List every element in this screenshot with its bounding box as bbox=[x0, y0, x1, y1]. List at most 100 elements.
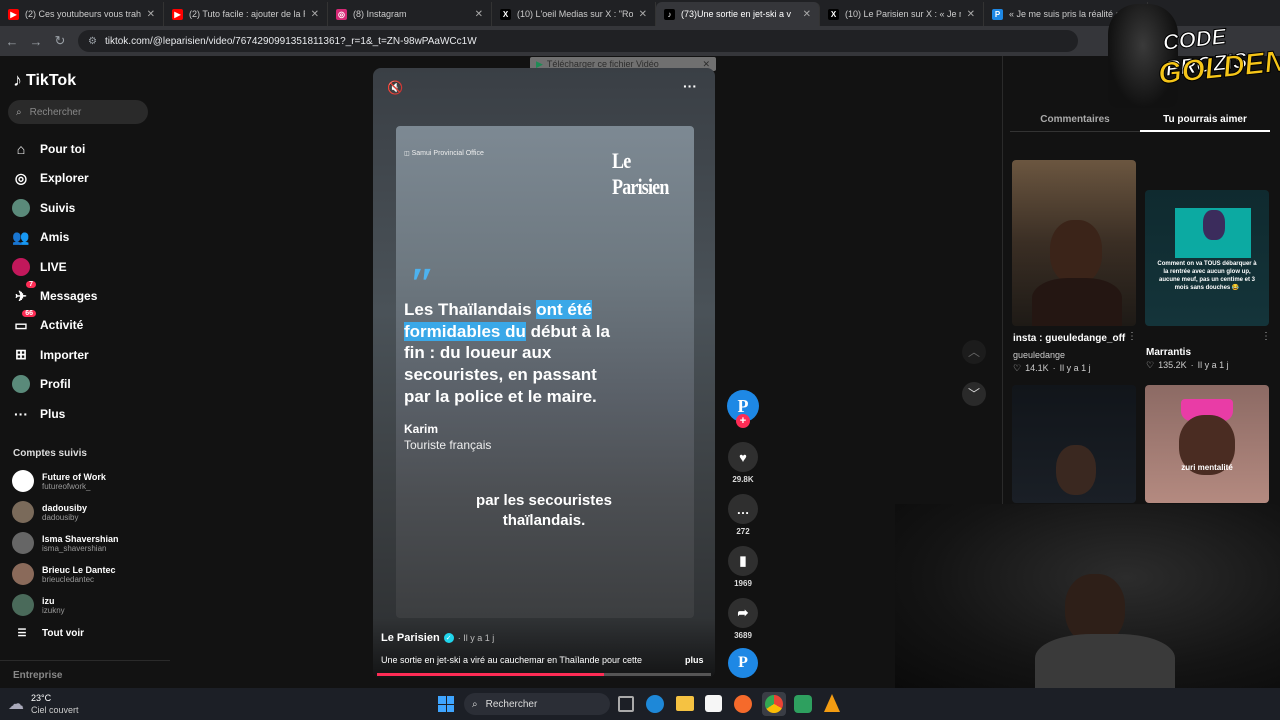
file-explorer-icon[interactable] bbox=[676, 696, 694, 711]
tab-favicon-icon: ♪ bbox=[664, 8, 675, 20]
author-avatar-button[interactable]: P + bbox=[724, 390, 762, 428]
sidebar-item-label: LIVE bbox=[40, 259, 67, 274]
browser-tab[interactable]: X (10) L'oeil Medias sur X : "Robe ✕ bbox=[492, 2, 656, 26]
address-bar[interactable]: ⚙ tiktok.com/@leparisien/video/767429099… bbox=[78, 30, 1078, 52]
weather-cloud-icon[interactable]: ☁ bbox=[8, 694, 24, 714]
tab-comments[interactable]: Commentaires bbox=[1010, 108, 1140, 132]
profile-avatar-icon bbox=[12, 375, 30, 394]
tab-title: (2) Tuto facile : ajouter de la RA bbox=[189, 9, 305, 19]
friends-icon: 👥 bbox=[12, 228, 30, 245]
suggestion-stats-1: ♡ 14.1K · Il y a 1 j bbox=[1013, 363, 1091, 373]
sidebar-item-label: Profil bbox=[40, 377, 71, 392]
next-video-button[interactable]: ﹀ bbox=[962, 382, 986, 406]
tiktok-logo[interactable]: ♪ TikTok bbox=[13, 70, 76, 91]
weather-temp[interactable]: 23°C bbox=[31, 693, 51, 703]
tab-close-icon[interactable]: ✕ bbox=[967, 9, 975, 20]
sidebar-item-following-avatar[interactable]: Suivis bbox=[12, 198, 75, 217]
video-progress-fill bbox=[377, 673, 605, 676]
suggestion-more-icon-1[interactable]: ⋮ bbox=[1127, 331, 1137, 342]
suggestion-thumb-3[interactable] bbox=[1012, 385, 1136, 503]
followed-account[interactable]: Future of Work futureofwork_ bbox=[12, 470, 106, 492]
search-input[interactable]: ⌕ Rechercher bbox=[8, 100, 148, 124]
tab-close-icon[interactable]: ✕ bbox=[311, 9, 319, 20]
heart-icon: ♥ bbox=[728, 442, 758, 472]
suggestion-overlay-text-4: zuri mentalité bbox=[1181, 463, 1233, 472]
firefox-icon[interactable] bbox=[734, 695, 752, 713]
browser-tab[interactable]: X (10) Le Parisien sur X : « Je me ✕ bbox=[820, 2, 984, 26]
tab-close-icon[interactable]: ✕ bbox=[147, 9, 155, 20]
sidebar-item-label: Activité bbox=[40, 318, 84, 333]
sound-avatar-button[interactable]: P bbox=[724, 648, 762, 678]
sidebar-item-activity[interactable]: ▭ 66 Activité bbox=[12, 310, 84, 334]
browser-tab[interactable]: ♪ (73)Une sortie en jet-ski a v ✕ bbox=[656, 2, 820, 26]
followed-account[interactable]: Brieuc Le Dantec brieucledantec bbox=[12, 563, 116, 585]
suggestion-thumb-4[interactable]: zuri mentalité bbox=[1145, 385, 1269, 503]
author-name[interactable]: Le Parisien bbox=[381, 632, 440, 644]
suggestion-title-2[interactable]: Marrantis bbox=[1146, 347, 1191, 358]
sidebar-item-upload[interactable]: ⊞ Importer bbox=[12, 346, 89, 364]
previous-video-button[interactable]: ︿ bbox=[962, 340, 986, 364]
followed-account[interactable]: Isma Shavershian isma_shavershian bbox=[12, 532, 119, 554]
avatar bbox=[12, 501, 34, 523]
taskbar-search[interactable]: ⌕ Rechercher bbox=[464, 693, 610, 715]
suggestion-more-icon-2[interactable]: ⋮ bbox=[1261, 331, 1271, 342]
company-link[interactable]: Entreprise bbox=[13, 670, 62, 681]
forward-icon[interactable]: → bbox=[24, 29, 48, 53]
sidebar-item-messages[interactable]: ✈ 7 Messages bbox=[12, 281, 97, 305]
more-options-icon[interactable]: ··· bbox=[683, 78, 697, 94]
comment-icon: … bbox=[728, 494, 758, 524]
tab-favicon-icon: ▶ bbox=[172, 8, 183, 20]
search-icon: ⌕ bbox=[472, 698, 478, 710]
video-player[interactable]: 🔇 ··· ◫ Samui Provincial Office Le Paris… bbox=[373, 68, 715, 678]
sidebar-item-home[interactable]: ⌂ Pour toi bbox=[12, 140, 86, 158]
store-icon[interactable] bbox=[705, 695, 722, 712]
chrome-taskbar-active[interactable] bbox=[762, 692, 786, 716]
browser-tab[interactable]: ▶ (2) Tuto facile : ajouter de la RA ✕ bbox=[164, 2, 328, 26]
reload-icon[interactable]: ↻ bbox=[48, 29, 72, 53]
tab-suggestions[interactable]: Tu pourrais aimer bbox=[1140, 108, 1270, 132]
caption-more-link[interactable]: plus bbox=[685, 655, 704, 665]
quote-line: par la police et le maire. bbox=[404, 387, 597, 407]
account-name: Brieuc Le Dantec bbox=[42, 564, 116, 575]
browser-tab[interactable]: ◎ (8) Instagram ✕ bbox=[328, 2, 492, 26]
bookmark-icon: ▮ bbox=[728, 546, 758, 576]
suggestion-user-1[interactable]: gueuledange bbox=[1013, 350, 1065, 360]
windows-taskbar: ☁ 23°C Ciel couvert ⌕ Rechercher bbox=[0, 688, 1280, 720]
subtitle-line-2: thaïlandais. bbox=[502, 512, 586, 529]
sidebar-item-live[interactable]: LIVE bbox=[12, 257, 67, 276]
tab-close-icon[interactable]: ✕ bbox=[803, 9, 811, 20]
video-progress-track[interactable] bbox=[377, 673, 711, 676]
sidebar-item-more[interactable]: ··· Plus bbox=[12, 405, 65, 423]
edge-icon[interactable] bbox=[646, 695, 664, 713]
sidebar-item-friends[interactable]: 👥 Amis bbox=[12, 228, 69, 246]
see-all-link[interactable]: ☰ Tout voir bbox=[12, 628, 85, 639]
followed-account[interactable]: izu izukny bbox=[12, 594, 65, 616]
chevron-up-icon: ︿ bbox=[967, 345, 980, 359]
save-button[interactable]: ▮ 1969 bbox=[724, 546, 762, 588]
suggestion-title-1[interactable]: insta : gueuledange_off bbox=[1013, 333, 1125, 344]
video-author[interactable]: Le Parisien ✓ · Il y a 1 j bbox=[381, 632, 494, 644]
account-handle: dadousiby bbox=[42, 512, 79, 522]
app-icon-green[interactable] bbox=[794, 695, 812, 713]
tab-close-icon[interactable]: ✕ bbox=[639, 9, 647, 20]
vlc-icon[interactable] bbox=[824, 694, 840, 712]
windows-start-icon[interactable] bbox=[438, 696, 454, 712]
browser-tab[interactable]: ▶ (2) Ces youtubeurs vous trahiss ✕ bbox=[0, 2, 164, 26]
share-button[interactable]: ➦ 3689 bbox=[724, 598, 762, 640]
suggestion-thumb-2[interactable]: Comment on va TOUS débarquer à la rentré… bbox=[1145, 190, 1269, 326]
person-shoulders bbox=[1032, 278, 1122, 326]
back-icon[interactable]: ← bbox=[0, 29, 24, 53]
tab-close-icon[interactable]: ✕ bbox=[475, 9, 483, 20]
comment-button[interactable]: … 272 bbox=[724, 494, 762, 536]
sidebar-item-profile-avatar[interactable]: Profil bbox=[12, 375, 71, 394]
subtitle-line-1: par les secouristes bbox=[476, 492, 612, 509]
sidebar-item-compass[interactable]: ◎ Explorer bbox=[12, 169, 89, 187]
sidebar-item-label: Amis bbox=[40, 230, 70, 245]
suggestion-thumb-1[interactable] bbox=[1012, 160, 1136, 326]
site-info-icon[interactable]: ⚙ bbox=[88, 36, 97, 47]
followed-account[interactable]: dadousiby dadousiby bbox=[12, 501, 87, 523]
like-button[interactable]: ♥ 29.8K bbox=[724, 442, 762, 484]
weather-desc[interactable]: Ciel couvert bbox=[31, 705, 79, 715]
task-view-icon[interactable] bbox=[618, 696, 634, 712]
mute-icon[interactable]: 🔇 bbox=[387, 80, 403, 96]
